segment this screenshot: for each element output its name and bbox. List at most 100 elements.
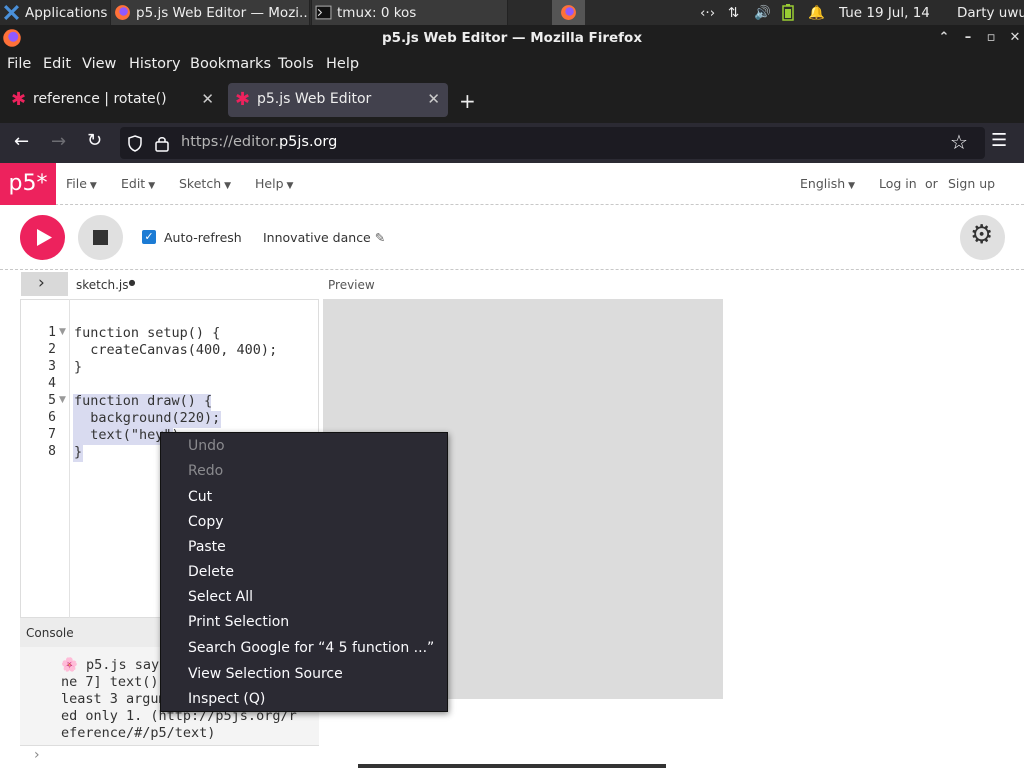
firefox-workspace-icon (561, 5, 576, 20)
auto-refresh-checkbox[interactable]: ✓ (142, 230, 156, 244)
line-number: 7 (48, 427, 56, 442)
play-icon (37, 229, 52, 246)
reload-icon[interactable]: ↻ (87, 130, 102, 151)
applications-label: Applications (25, 4, 108, 21)
hamburger-menu-icon[interactable]: ☰ (991, 130, 1007, 151)
battery-icon[interactable] (782, 0, 798, 25)
context-menu-redo[interactable]: Redo (188, 463, 223, 479)
menu-edit[interactable]: Edit (43, 56, 71, 72)
taskbar-firefox-window[interactable]: p5.js Web Editor — Mozi... (110, 0, 310, 25)
login-link[interactable]: Log in (879, 176, 917, 191)
settings-button[interactable]: ⚙ (960, 215, 1005, 260)
forward-arrow-icon[interactable]: → (51, 131, 66, 152)
sidebar-toggle[interactable]: › (21, 272, 68, 296)
p5-nav-bar: p5* File ▼ Edit ▼ Sketch ▼ Help ▼ English ▼ L… (0, 163, 1024, 205)
language-selector[interactable]: English ▼ (800, 176, 855, 191)
url-prefix: https://editor. (181, 134, 279, 150)
p5-menu-help[interactable]: Help ▼ (255, 176, 293, 191)
fold-arrow-icon[interactable]: ▼ (59, 395, 66, 405)
signup-link[interactable]: Sign up (948, 176, 995, 191)
new-tab-icon[interactable]: + (459, 89, 476, 113)
sketch-toolbar: ✓ Auto-refresh Innovative dance ✎ (0, 206, 1024, 270)
play-button[interactable] (20, 215, 65, 260)
context-menu-paste[interactable]: Paste (188, 539, 226, 555)
clock[interactable]: Tue 19 Jul, 14:21 (839, 0, 929, 25)
scroll-indicator (358, 764, 666, 768)
caret-down-icon: ▼ (224, 181, 232, 191)
console-input[interactable]: › (20, 745, 319, 768)
context-menu-inspect[interactable]: Inspect (Q) (188, 691, 265, 707)
code-line: function draw() { (74, 393, 213, 409)
url-text: https://editor.p5js.org (181, 134, 337, 150)
navigation-toolbar: ← → ↻ https://editor.p5js.org ☆ ☰ (0, 123, 1024, 163)
flower-icon: 🌸 (61, 657, 78, 673)
transfer-icon[interactable]: ⇅ (728, 0, 748, 25)
menu-help[interactable]: Help (326, 56, 359, 72)
window-maximize-icon[interactable]: ▫ (982, 29, 1000, 47)
p5-menu-file[interactable]: File ▼ (66, 176, 97, 191)
window-titlebar: p5.js Web Editor — Mozilla Firefox ⌃ – ▫… (0, 25, 1024, 51)
window-collapse-icon[interactable]: ⌃ (935, 29, 953, 47)
p5-logo[interactable]: p5* (0, 163, 56, 205)
stop-button[interactable] (78, 215, 123, 260)
tab-label: reference | rotate() (33, 91, 167, 107)
console-line: least 3 argum (61, 691, 167, 707)
context-menu-select-all[interactable]: Select All (188, 589, 253, 605)
window-minimize-icon[interactable]: – (959, 29, 977, 47)
window-title: p5.js Web Editor — Mozilla Firefox (381, 30, 643, 46)
context-menu-delete[interactable]: Delete (188, 564, 234, 580)
menu-history[interactable]: History (129, 56, 181, 72)
project-name[interactable]: Innovative dance ✎ (263, 230, 385, 245)
tab-p5-editor[interactable]: ✱ p5.js Web Editor ✕ (228, 83, 448, 117)
workspace-switcher[interactable] (552, 0, 585, 25)
context-menu-print-selection[interactable]: Print Selection (188, 614, 289, 630)
menu-file[interactable]: File (7, 56, 31, 72)
volume-icon[interactable]: 🔊 (754, 0, 774, 25)
p5-menu-edit[interactable]: Edit ▼ (121, 176, 155, 191)
caret-down-icon: ▼ (286, 181, 294, 191)
back-arrow-icon[interactable]: ← (14, 131, 29, 152)
tab-bar: ✱ reference | rotate() ✕ ✱ p5.js Web Edi… (0, 78, 1024, 123)
url-bar[interactable]: https://editor.p5js.org ☆ (120, 127, 985, 159)
line-number: 6 (48, 410, 56, 425)
tracking-shield-icon[interactable] (127, 135, 143, 152)
context-menu-search-google[interactable]: Search Google for “4 5 function ...” (188, 640, 434, 656)
applications-menu[interactable]: Applications ⁝ (0, 0, 108, 25)
url-domain: p5js.org (278, 134, 338, 150)
notification-bell-icon[interactable]: 🔔 (808, 0, 826, 25)
context-menu-copy[interactable]: Copy (188, 514, 224, 530)
context-menu-undo[interactable]: Undo (188, 438, 225, 454)
menu-tools[interactable]: Tools (278, 56, 314, 72)
lock-icon[interactable] (155, 135, 169, 152)
p5-menu-sketch[interactable]: Sketch ▼ (179, 176, 231, 191)
terminal-icon (315, 5, 332, 20)
bookmark-star-icon[interactable]: ☆ (950, 130, 968, 154)
context-menu-cut[interactable]: Cut (188, 489, 212, 505)
p5-menu-edit-label: Edit (121, 176, 146, 191)
code-line: } (74, 444, 83, 460)
tab-reference-rotate[interactable]: ✱ reference | rotate() ✕ (2, 83, 222, 117)
taskbar-tmux-window[interactable]: tmux: 0 kos (311, 0, 508, 25)
menu-view[interactable]: View (82, 56, 116, 72)
console-line-text: p5.js says (85, 657, 168, 673)
code-line: background(220); (74, 410, 221, 426)
file-tab-sketch[interactable]: sketch.js● (76, 278, 135, 292)
line-number: 3 (48, 359, 56, 374)
console-line: ne 7] text() (61, 674, 159, 690)
fold-arrow-icon[interactable]: ▼ (59, 327, 66, 337)
line-number: 2 (48, 342, 56, 357)
auto-refresh-label[interactable]: Auto-refresh (164, 230, 242, 245)
console-line: eference/#/p5/text) (61, 725, 216, 741)
user-name[interactable]: Darty uwu (957, 0, 1024, 25)
gear-icon: ⚙ (970, 220, 994, 250)
close-tab-icon[interactable]: ✕ (201, 90, 214, 108)
close-tab-icon[interactable]: ✕ (427, 90, 440, 108)
menu-bookmarks[interactable]: Bookmarks (190, 56, 271, 72)
network-icon[interactable]: ‹·› (700, 0, 722, 25)
tab-label: p5.js Web Editor (257, 91, 372, 107)
or-text: or (925, 176, 938, 191)
code-line: } (74, 359, 83, 375)
context-menu-view-selection-source[interactable]: View Selection Source (188, 666, 343, 682)
window-close-icon[interactable]: ✕ (1006, 29, 1024, 47)
firefox-icon (115, 5, 130, 20)
